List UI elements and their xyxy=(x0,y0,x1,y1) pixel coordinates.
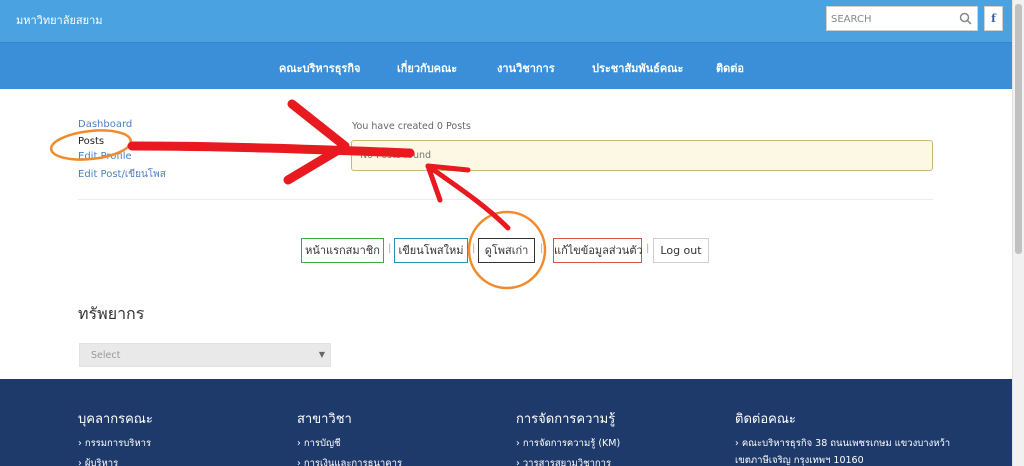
edit-profile-button[interactable]: แก้ไขข้อมูลส่วนตัว xyxy=(553,238,643,263)
search-icon[interactable] xyxy=(959,12,972,25)
nav-item-faculty[interactable]: คณะบริหารธุรกิจ xyxy=(279,59,360,77)
posts-count-text: You have created 0 Posts xyxy=(352,121,471,132)
annotation-arrow-head-small xyxy=(425,163,471,203)
facebook-icon[interactable]: f xyxy=(984,6,1003,31)
page-scrollbar[interactable] xyxy=(1012,0,1024,466)
footer-address-line: › คณะบริหารธุรกิจ 38 ถนนเพชรเกษม แขวงบาง… xyxy=(735,438,951,449)
divider xyxy=(78,199,933,200)
footer-col-title: ติดต่อคณะ xyxy=(735,412,796,427)
footer-col-title: บุคลากรคณะ xyxy=(78,412,153,427)
annotation-arrow-to-alert xyxy=(425,163,511,231)
separator: | xyxy=(472,243,476,254)
footer-link[interactable]: › กรรมการบริหาร xyxy=(78,436,151,451)
search-box xyxy=(826,6,978,31)
scroll-thumb[interactable] xyxy=(1015,4,1022,254)
nav-item-academic[interactable]: งานวิชาการ xyxy=(497,59,555,77)
resources-select[interactable]: Select ▼ xyxy=(79,343,331,367)
member-home-button[interactable]: หน้าแรกสมาชิก xyxy=(301,238,384,263)
annotation-arrow-head xyxy=(283,99,350,185)
new-post-button[interactable]: เขียนโพสใหม่ xyxy=(394,238,468,263)
view-old-posts-button[interactable]: ดูโพสเก่า xyxy=(478,238,535,263)
separator: | xyxy=(388,243,392,254)
logout-button[interactable]: Log out xyxy=(653,238,709,263)
footer-link[interactable]: › การจัดการความรู้ (KM) xyxy=(516,436,620,451)
sidebar-item-posts[interactable]: Posts xyxy=(78,136,104,147)
separator: | xyxy=(540,243,544,254)
footer-link[interactable]: › การเงินและการธนาคาร xyxy=(297,456,402,466)
footer: บุคลากรคณะ › กรรมการบริหาร › ผู้บริหาร ส… xyxy=(0,379,1012,466)
site-name[interactable]: มหาวิทยาลัยสยาม xyxy=(16,11,103,29)
chevron-down-icon: ▼ xyxy=(318,350,325,359)
footer-link[interactable]: › ผู้บริหาร xyxy=(78,456,118,466)
main-nav: คณะบริหารธุรกิจ เกี่ยวกับคณะ งานวิชาการ … xyxy=(0,42,1012,89)
nav-item-about[interactable]: เกี่ยวกับคณะ xyxy=(397,59,457,77)
footer-link[interactable]: › วารสารสยามวิชาการ xyxy=(516,456,611,466)
top-bar: มหาวิทยาลัยสยาม f xyxy=(0,0,1012,42)
footer-link[interactable]: › การบัญชี xyxy=(297,436,341,451)
resources-title: ทรัพยากร xyxy=(78,304,145,323)
nav-item-contact[interactable]: ติดต่อ xyxy=(716,59,744,77)
alert-text: No Posts found xyxy=(360,150,432,161)
footer-col-title: การจัดการความรู้ xyxy=(516,412,616,427)
select-value: Select xyxy=(91,350,121,361)
sidebar-item-dashboard[interactable]: Dashboard xyxy=(78,119,132,130)
search-input[interactable] xyxy=(827,8,953,31)
nav-item-pr[interactable]: ประชาสัมพันธ์คณะ xyxy=(592,59,683,77)
separator: | xyxy=(646,243,650,254)
sidebar-item-edit-post[interactable]: Edit Post/เขียนโพส xyxy=(78,167,166,182)
no-posts-alert: No Posts found xyxy=(351,140,933,171)
footer-address-line: เขตภาษีเจริญ กรุงเทพฯ 10160 xyxy=(735,455,864,466)
footer-col-title: สาขาวิชา xyxy=(297,412,352,427)
sidebar-item-edit-profile[interactable]: Edit Profile xyxy=(78,151,132,162)
